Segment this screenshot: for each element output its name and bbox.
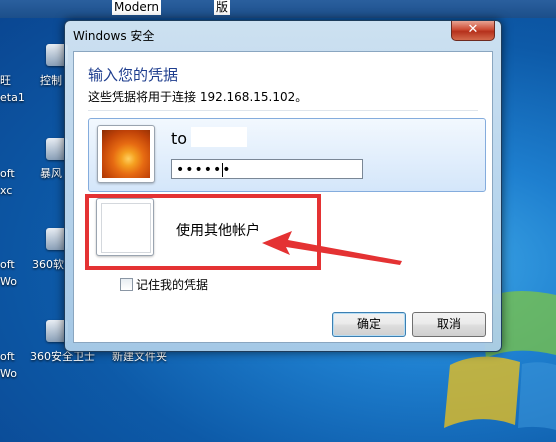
remember-credentials[interactable]: 记住我的凭据 [120,276,208,293]
top-label-ban: 版 [214,0,231,15]
flower-avatar-icon [102,130,150,178]
username-redaction [191,127,247,147]
desktop-label: eta1 [0,91,25,104]
desktop-label: oft [0,350,15,363]
desktop-icon-label: 控制 [40,74,62,87]
user-avatar [97,125,155,183]
separator [88,110,478,111]
desktop-top-strip [0,0,556,18]
desktop-label: Wo [0,275,17,288]
account-tile-selected[interactable]: to •••••• [88,118,486,192]
close-button[interactable]: ✕ [451,21,495,41]
desktop-label: oft [0,167,15,180]
close-icon: ✕ [467,22,479,37]
account-username: to [171,129,188,148]
desktop-icon-label: 360软 [32,258,64,271]
text-caret [222,163,223,177]
dialog-heading: 输入您的凭据 [88,66,179,84]
remember-label: 记住我的凭据 [136,278,209,292]
dialog-title: Windows 安全 [73,29,155,43]
ok-button[interactable]: 确定 [332,312,406,337]
desktop-label: xc [0,184,13,197]
password-mask: •••••• [176,162,232,178]
top-label-modern: Modern [112,0,162,15]
remember-checkbox[interactable] [120,278,133,291]
desktop-label: oft [0,258,15,271]
dialog-titlebar[interactable]: Windows 安全 ✕ [65,21,501,47]
annotation-arrow-icon [262,231,402,265]
credentials-dialog: Windows 安全 ✕ 输入您的凭据 这些凭据将用于连接 192.168.15… [64,20,502,352]
cancel-button[interactable]: 取消 [412,312,486,337]
desktop-label: Wo [0,367,17,380]
desktop-icon-label: 暴风 [40,167,62,180]
password-field[interactable]: •••••• [171,159,363,179]
dialog-subheading: 这些凭据将用于连接 192.168.15.102。 [88,90,308,104]
desktop-label: 旺 [0,74,11,87]
